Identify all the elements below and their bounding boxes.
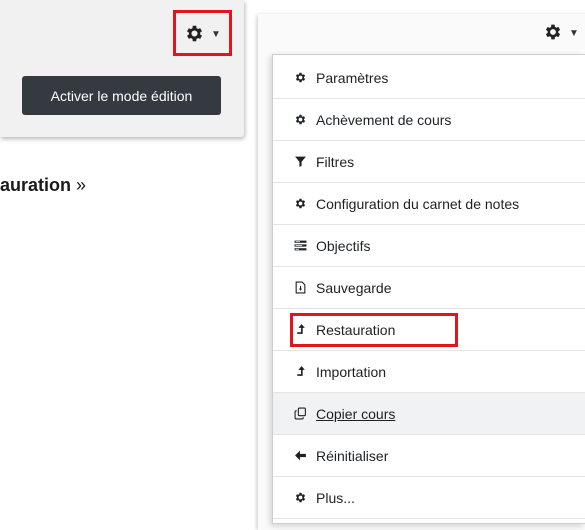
instruction-text-bold: auration xyxy=(0,175,72,195)
actions-menu-trigger[interactable]: ▼ xyxy=(173,10,232,56)
menu-item-reinitialiser[interactable]: Réinitialiser xyxy=(273,435,585,477)
actions-menu-trigger-open[interactable]: ▼ xyxy=(543,22,579,42)
menu-item-label: Configuration du carnet de notes xyxy=(316,195,520,212)
gear-icon xyxy=(187,25,202,41)
menu-item-parametres[interactable]: Paramètres xyxy=(273,57,585,99)
menu-item-achevement-de-cours[interactable]: Achèvement de cours xyxy=(273,99,585,141)
arrow-left-icon xyxy=(293,449,307,463)
menu-item-label: Réinitialiser xyxy=(316,447,389,464)
gear-icon xyxy=(293,71,307,85)
screenshot-stage: ▼ Activer le mode édition auration » ▼ P… xyxy=(0,0,585,530)
menu-item-sauvegarde[interactable]: Sauvegarde xyxy=(273,267,585,309)
menu-item-label: Achèvement de cours xyxy=(316,111,452,128)
upload-arrow-icon xyxy=(293,323,307,337)
toggle-edit-mode-button[interactable]: Activer le mode édition xyxy=(22,76,221,115)
menu-item-label: Filtres xyxy=(316,153,355,170)
menu-item-label: Plus... xyxy=(316,489,355,506)
filter-icon xyxy=(293,155,307,169)
course-header-panel: ▼ Activer le mode édition xyxy=(0,0,244,137)
instruction-text: auration » xyxy=(0,175,86,196)
menu-item-filtres[interactable]: Filtres xyxy=(273,141,585,183)
list-icon xyxy=(293,239,307,253)
menu-item-label: Restauration xyxy=(316,321,396,338)
menu-item-restauration[interactable]: Restauration xyxy=(273,309,585,351)
menu-item-objectifs[interactable]: Objectifs xyxy=(273,225,585,267)
copy-icon xyxy=(293,407,307,421)
chevron-down-icon: ▼ xyxy=(211,28,221,40)
gear-icon xyxy=(293,113,307,127)
instruction-text-tail: » xyxy=(71,175,87,195)
menu-item-configuration-carnet-notes[interactable]: Configuration du carnet de notes xyxy=(273,183,585,225)
menu-item-label: Objectifs xyxy=(316,237,371,254)
gear-icon xyxy=(545,24,561,40)
menu-item-importation[interactable]: Importation xyxy=(273,351,585,393)
actions-dropdown-menu: Paramètres Achèvement de cours Filtres C… xyxy=(272,54,585,524)
gear-icon xyxy=(293,197,307,211)
backup-file-icon xyxy=(293,281,307,295)
gear-icon xyxy=(293,491,307,505)
menu-item-plus[interactable]: Plus... xyxy=(273,477,585,519)
chevron-down-icon: ▼ xyxy=(569,27,579,39)
menu-item-copier-cours[interactable]: Copier cours xyxy=(273,393,585,435)
menu-item-label: Sauvegarde xyxy=(316,279,392,296)
menu-item-label: Copier cours xyxy=(316,405,396,422)
upload-arrow-icon xyxy=(293,365,307,379)
menu-item-label: Paramètres xyxy=(316,69,389,86)
menu-item-label: Importation xyxy=(316,363,387,380)
